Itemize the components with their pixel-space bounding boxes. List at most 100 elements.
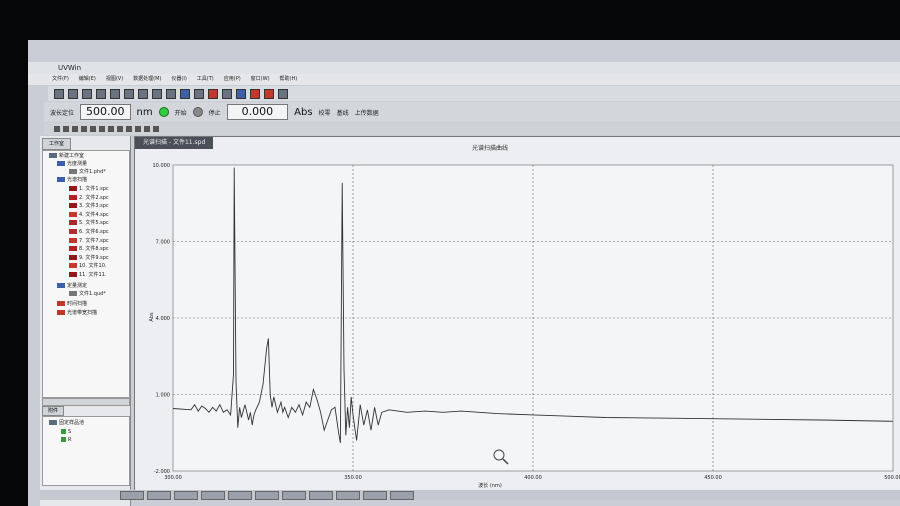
- menu-app[interactable]: 应用(P): [224, 74, 241, 85]
- tab-workspace[interactable]: 工作室: [42, 138, 72, 150]
- pointer-icon[interactable]: [54, 126, 60, 132]
- sample-r-icon: [61, 437, 66, 442]
- start-led-icon[interactable]: [158, 107, 169, 117]
- sample-r-label: R: [68, 437, 72, 443]
- tree-spectrum-file[interactable]: 2. 文件2.spc: [69, 194, 109, 203]
- tree-photometric-file[interactable]: 文件1.phd*: [69, 169, 106, 177]
- settings-icon[interactable]: [194, 88, 204, 99]
- doc-tab-8[interactable]: [309, 490, 333, 500]
- tree-root[interactable]: 新建工作室: [49, 153, 84, 161]
- new-icon[interactable]: [54, 88, 64, 99]
- tree-spectrum-file[interactable]: 3. 文件3.spc: [69, 203, 109, 211]
- export-icon[interactable]: [264, 88, 274, 99]
- tree-spectrum-file[interactable]: 1. 文件1.spc: [69, 186, 109, 194]
- derivative-icon[interactable]: [117, 126, 123, 132]
- tree-timescan[interactable]: 时间扫描: [57, 301, 87, 309]
- menu-view[interactable]: 视图(V): [106, 74, 123, 85]
- doc-tab-3[interactable]: [174, 490, 198, 500]
- table-icon[interactable]: [153, 126, 159, 132]
- tree-spectrum-file[interactable]: 10. 文件10.: [69, 263, 107, 271]
- save-icon[interactable]: [82, 88, 92, 99]
- x-tick-label: 350.00: [344, 475, 362, 481]
- print-icon[interactable]: [96, 88, 106, 99]
- start-label[interactable]: 开始: [175, 108, 187, 117]
- baseline-button[interactable]: 基线: [337, 108, 349, 117]
- doc-tab-10[interactable]: [363, 490, 387, 500]
- open-icon[interactable]: [68, 88, 78, 99]
- tree-spectrum[interactable]: 光谱扫描: [57, 177, 87, 185]
- spectrum-file-icon: [69, 254, 77, 260]
- file-icon: [69, 169, 77, 174]
- tree-quant-file[interactable]: 文件1.qud*: [69, 291, 106, 299]
- abs-value: 0.000: [226, 104, 289, 120]
- grid-icon[interactable]: [126, 126, 132, 132]
- cursor-icon[interactable]: [144, 126, 150, 132]
- sample-s[interactable]: S: [61, 429, 71, 437]
- tree-photometric[interactable]: 光度测量: [57, 161, 87, 169]
- tree-spectrum-file[interactable]: 5. 文件5.spc: [69, 220, 109, 228]
- zoom-in-icon[interactable]: [63, 126, 69, 132]
- tree-scrollbar[interactable]: [42, 398, 130, 406]
- doc-tab-1[interactable]: [120, 490, 144, 500]
- upload-button[interactable]: 上传数据: [355, 108, 379, 117]
- menu-instrument[interactable]: 仪器(I): [171, 74, 186, 85]
- spectrum-file-icon: [69, 246, 77, 252]
- tree-spectrum-file[interactable]: 9. 文件9.spc: [69, 254, 109, 263]
- zero-button[interactable]: 校零: [319, 108, 331, 117]
- zoom-icon[interactable]: [180, 88, 190, 99]
- main-toolbar: [48, 86, 900, 101]
- legend-icon[interactable]: [135, 126, 141, 132]
- tree-dna[interactable]: 光谱带宽扫描: [57, 310, 97, 318]
- menu-edit[interactable]: 编辑(E): [79, 74, 96, 85]
- sample-root[interactable]: 固定样品池: [49, 420, 84, 428]
- spectrum-file-icon: [69, 237, 77, 243]
- doc-tab-4[interactable]: [201, 490, 225, 500]
- tree-spectrum-file[interactable]: 7. 文件7.spc: [69, 237, 109, 246]
- peak-icon[interactable]: [90, 126, 96, 132]
- copy-icon[interactable]: [124, 88, 134, 99]
- tree-spectrum-file-label: 10. 文件10.: [79, 263, 107, 270]
- tree-spectrum-file[interactable]: 6. 文件6.spc: [69, 229, 109, 237]
- doc-tab-9[interactable]: [336, 490, 360, 500]
- wavelength-label[interactable]: 波长定位: [50, 108, 74, 117]
- sample-r[interactable]: R: [61, 437, 71, 445]
- doc-tab-5[interactable]: [228, 490, 252, 500]
- pan-icon[interactable]: [81, 126, 87, 132]
- tree-quant[interactable]: 定量测定: [57, 283, 87, 291]
- tree-spectrum-label: 光谱扫描: [67, 177, 88, 183]
- menu-file[interactable]: 文件(F): [52, 74, 69, 85]
- wavelength-unit: nm: [136, 106, 153, 118]
- tree-spectrum-file[interactable]: 11. 文件11.: [69, 272, 107, 280]
- paste-icon[interactable]: [138, 88, 148, 99]
- doc-tab-6[interactable]: [255, 490, 279, 500]
- doc-tab-2[interactable]: [147, 490, 171, 500]
- tree-spectrum-file[interactable]: 4. 文件4.spc: [69, 211, 109, 220]
- menu-help[interactable]: 帮助(H): [280, 74, 298, 85]
- stop-label[interactable]: 停止: [209, 108, 221, 117]
- menu-window[interactable]: 窗口(W): [251, 74, 270, 85]
- report-icon[interactable]: [250, 88, 260, 99]
- stop-icon[interactable]: [222, 88, 232, 99]
- tree-spectrum-file-label: 11. 文件11.: [79, 272, 107, 278]
- stop-led-icon[interactable]: [192, 107, 203, 117]
- smooth-icon[interactable]: [108, 126, 114, 132]
- tree-photometric-file-label: 文件1.phd*: [79, 169, 106, 175]
- zoom-out-icon[interactable]: [72, 126, 78, 132]
- y-tick-label: 10.000: [153, 163, 171, 169]
- chart-icon[interactable]: [236, 88, 246, 99]
- window-icon[interactable]: [278, 88, 288, 99]
- undo-icon[interactable]: [152, 88, 162, 99]
- spectrum-chart[interactable]: 光谱扫描曲线 300.00 350.00 400.00 450.00 500.00 10.…: [135, 137, 900, 491]
- menu-tools[interactable]: 工具(T): [197, 74, 214, 85]
- tab-accessory[interactable]: 附件: [42, 406, 65, 416]
- menu-data[interactable]: 数据处理(M): [133, 74, 161, 85]
- doc-tab-11[interactable]: [390, 490, 414, 500]
- wavelength-value[interactable]: 500.00: [80, 104, 131, 120]
- redo-icon[interactable]: [166, 88, 176, 99]
- valley-icon[interactable]: [99, 126, 105, 132]
- cut-icon[interactable]: [110, 88, 120, 99]
- spectrum-file-icon: [69, 263, 77, 269]
- doc-tab-7[interactable]: [282, 490, 306, 500]
- record-icon[interactable]: [208, 88, 218, 99]
- tree-spectrum-file[interactable]: 8. 文件8.spc: [69, 246, 109, 254]
